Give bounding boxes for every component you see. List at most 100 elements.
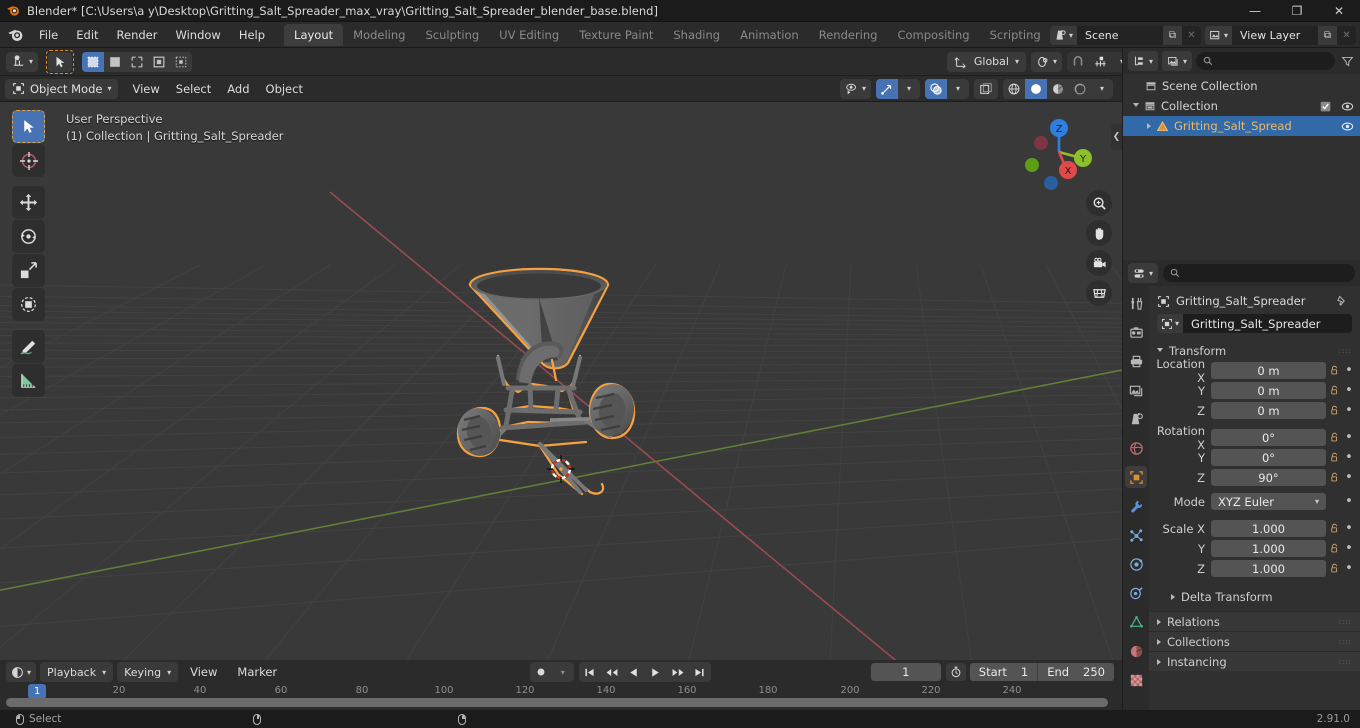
object-name-value[interactable]: Gritting_Salt_Spreader <box>1183 314 1352 333</box>
checkbox-checked-icon[interactable] <box>1320 101 1331 112</box>
rotation-z-field[interactable]: 90° <box>1211 469 1326 486</box>
gizmo-options-chevron-icon[interactable]: ▾ <box>898 79 920 99</box>
tab-sculpting[interactable]: Sculpting <box>415 24 489 46</box>
select-extend-icon[interactable] <box>104 52 126 72</box>
lock-rotation-z-icon[interactable] <box>1326 472 1342 483</box>
hand-icon[interactable] <box>1086 220 1112 246</box>
view-layer-name[interactable]: View Layer <box>1232 29 1318 42</box>
select-invert-icon[interactable] <box>148 52 170 72</box>
tweak-select-tool[interactable] <box>12 110 45 143</box>
expander-down-icon[interactable] <box>1157 347 1163 355</box>
play-reverse-button[interactable] <box>623 662 645 682</box>
animate-rotation-z-icon[interactable]: • <box>1342 471 1356 484</box>
scene-selector[interactable]: ▾ Scene ⧉ ✕ <box>1049 25 1201 45</box>
lock-location-x-icon[interactable] <box>1326 365 1342 376</box>
texture-tab[interactable] <box>1125 669 1147 691</box>
view-layer-selector[interactable]: ▾ View Layer ⧉ ✕ <box>1204 25 1356 45</box>
blender-menu-icon[interactable] <box>7 26 25 44</box>
pivot-point-dropdown[interactable]: ▾ <box>1030 51 1062 72</box>
constraints-tab[interactable] <box>1125 582 1147 604</box>
relations-panel-header[interactable]: Relations :::: <box>1149 611 1360 631</box>
next-keyframe-button[interactable] <box>667 662 689 682</box>
menu-help[interactable]: Help <box>230 25 274 45</box>
object-data-tab[interactable] <box>1125 611 1147 633</box>
outliner-display-mode-dropdown[interactable]: ▾ <box>1128 51 1159 71</box>
unlink-scene-button[interactable]: ✕ <box>1182 26 1201 45</box>
auto-key-chevron-icon[interactable]: ▾ <box>552 662 574 682</box>
object-tab[interactable] <box>1125 466 1147 488</box>
outliner-row-scene-collection[interactable]: Scene Collection <box>1123 76 1360 96</box>
playhead[interactable]: 1 <box>28 684 47 699</box>
view-layer-tab[interactable] <box>1125 379 1147 401</box>
tool-tab[interactable] <box>1125 292 1147 314</box>
scene-icon[interactable]: ▾ <box>1049 25 1077 45</box>
physics-tab[interactable] <box>1125 553 1147 575</box>
rendered-shading-icon[interactable] <box>1069 79 1091 99</box>
camera-icon[interactable] <box>1086 250 1112 276</box>
show-overlays-icon[interactable] <box>925 78 947 99</box>
active-tool-icon[interactable]: ▾ <box>6 51 39 72</box>
view-layer-icon[interactable]: ▾ <box>1204 25 1232 45</box>
scale-y-field[interactable]: 1.000 <box>1211 540 1326 557</box>
menu-edit[interactable]: Edit <box>67 25 107 45</box>
tab-uv-editing[interactable]: UV Editing <box>489 24 569 46</box>
select-intersect-icon[interactable] <box>170 52 192 72</box>
interaction-mode-dropdown[interactable]: Object Mode ▾ <box>5 78 119 99</box>
snap-target-icon[interactable] <box>1089 52 1111 72</box>
rotation-x-field[interactable]: 0° <box>1211 429 1326 446</box>
pin-icon[interactable] <box>1336 295 1348 307</box>
rotation-y-field[interactable]: 0° <box>1211 449 1326 466</box>
remove-view-layer-button[interactable]: ✕ <box>1337 26 1356 45</box>
lock-scale-z-icon[interactable] <box>1326 563 1342 574</box>
scale-x-field[interactable]: 1.000 <box>1211 520 1326 537</box>
use-preview-range-icon[interactable] <box>945 663 966 681</box>
lock-scale-y-icon[interactable] <box>1326 543 1342 554</box>
prev-keyframe-button[interactable] <box>601 662 623 682</box>
animate-location-x-icon[interactable]: • <box>1342 364 1356 377</box>
tab-compositing[interactable]: Compositing <box>887 24 979 46</box>
end-frame-field[interactable]: End 250 <box>1038 665 1114 679</box>
keying-dropdown[interactable]: Keying ▾ <box>117 662 179 682</box>
instancing-panel-header[interactable]: Instancing :::: <box>1149 651 1360 671</box>
animate-scale-y-icon[interactable]: • <box>1342 542 1356 555</box>
sidebar-collapse-arrow-icon[interactable]: ❮ <box>1111 124 1122 150</box>
expander-right-icon[interactable] <box>1157 638 1161 645</box>
grid-ortho-icon[interactable] <box>1086 280 1112 306</box>
object-type-icon[interactable]: ▾ <box>1157 314 1183 333</box>
timeline-scrollbar[interactable] <box>6 698 1108 707</box>
new-view-layer-button[interactable]: ⧉ <box>1318 25 1337 45</box>
viewport-menu-object[interactable]: Object <box>258 79 311 99</box>
maximize-button[interactable]: ❐ <box>1276 0 1318 22</box>
3d-viewport[interactable]: User Perspective (1) Collection | Gritti… <box>0 102 1122 664</box>
transform-orientation-dropdown[interactable]: Global ▾ <box>946 51 1026 72</box>
wireframe-shading-icon[interactable] <box>1003 79 1025 99</box>
outliner-filter-icon[interactable] <box>1339 55 1355 68</box>
cursor-tool[interactable] <box>12 144 45 177</box>
properties-search-input[interactable] <box>1163 264 1355 282</box>
animate-rotation-y-icon[interactable]: • <box>1342 451 1356 464</box>
scale-z-field[interactable]: 1.000 <box>1211 560 1326 577</box>
expander-right-icon[interactable] <box>1171 594 1175 600</box>
location-y-field[interactable]: 0 m <box>1211 382 1326 399</box>
animate-location-z-icon[interactable]: • <box>1342 404 1356 417</box>
expander-right-icon[interactable] <box>1157 618 1161 625</box>
select-subtract-icon[interactable] <box>126 52 148 72</box>
location-x-field[interactable]: 0 m <box>1211 362 1326 379</box>
viewport-menu-add[interactable]: Add <box>219 79 257 99</box>
expander-right-icon[interactable] <box>1157 658 1161 665</box>
animate-scale-z-icon[interactable]: • <box>1342 562 1356 575</box>
expander-right-icon[interactable] <box>1147 123 1151 129</box>
animate-scale-x-icon[interactable]: • <box>1342 522 1356 535</box>
overlay-options-chevron-icon[interactable]: ▾ <box>947 79 969 99</box>
viewport-menu-view[interactable]: View <box>124 79 167 99</box>
current-frame-field[interactable]: 1 <box>870 663 941 681</box>
minimize-button[interactable]: — <box>1234 0 1276 22</box>
start-frame-field[interactable]: Start 1 <box>970 665 1037 679</box>
tab-texture-paint[interactable]: Texture Paint <box>569 24 663 46</box>
outliner-row-collection[interactable]: Collection <box>1123 96 1360 116</box>
lock-rotation-y-icon[interactable] <box>1326 452 1342 463</box>
xray-toggle-button[interactable] <box>974 78 998 99</box>
properties-editor-type-dropdown[interactable]: ▾ <box>1128 263 1159 283</box>
measure-tool[interactable] <box>12 364 45 397</box>
render-tab[interactable] <box>1125 321 1147 343</box>
